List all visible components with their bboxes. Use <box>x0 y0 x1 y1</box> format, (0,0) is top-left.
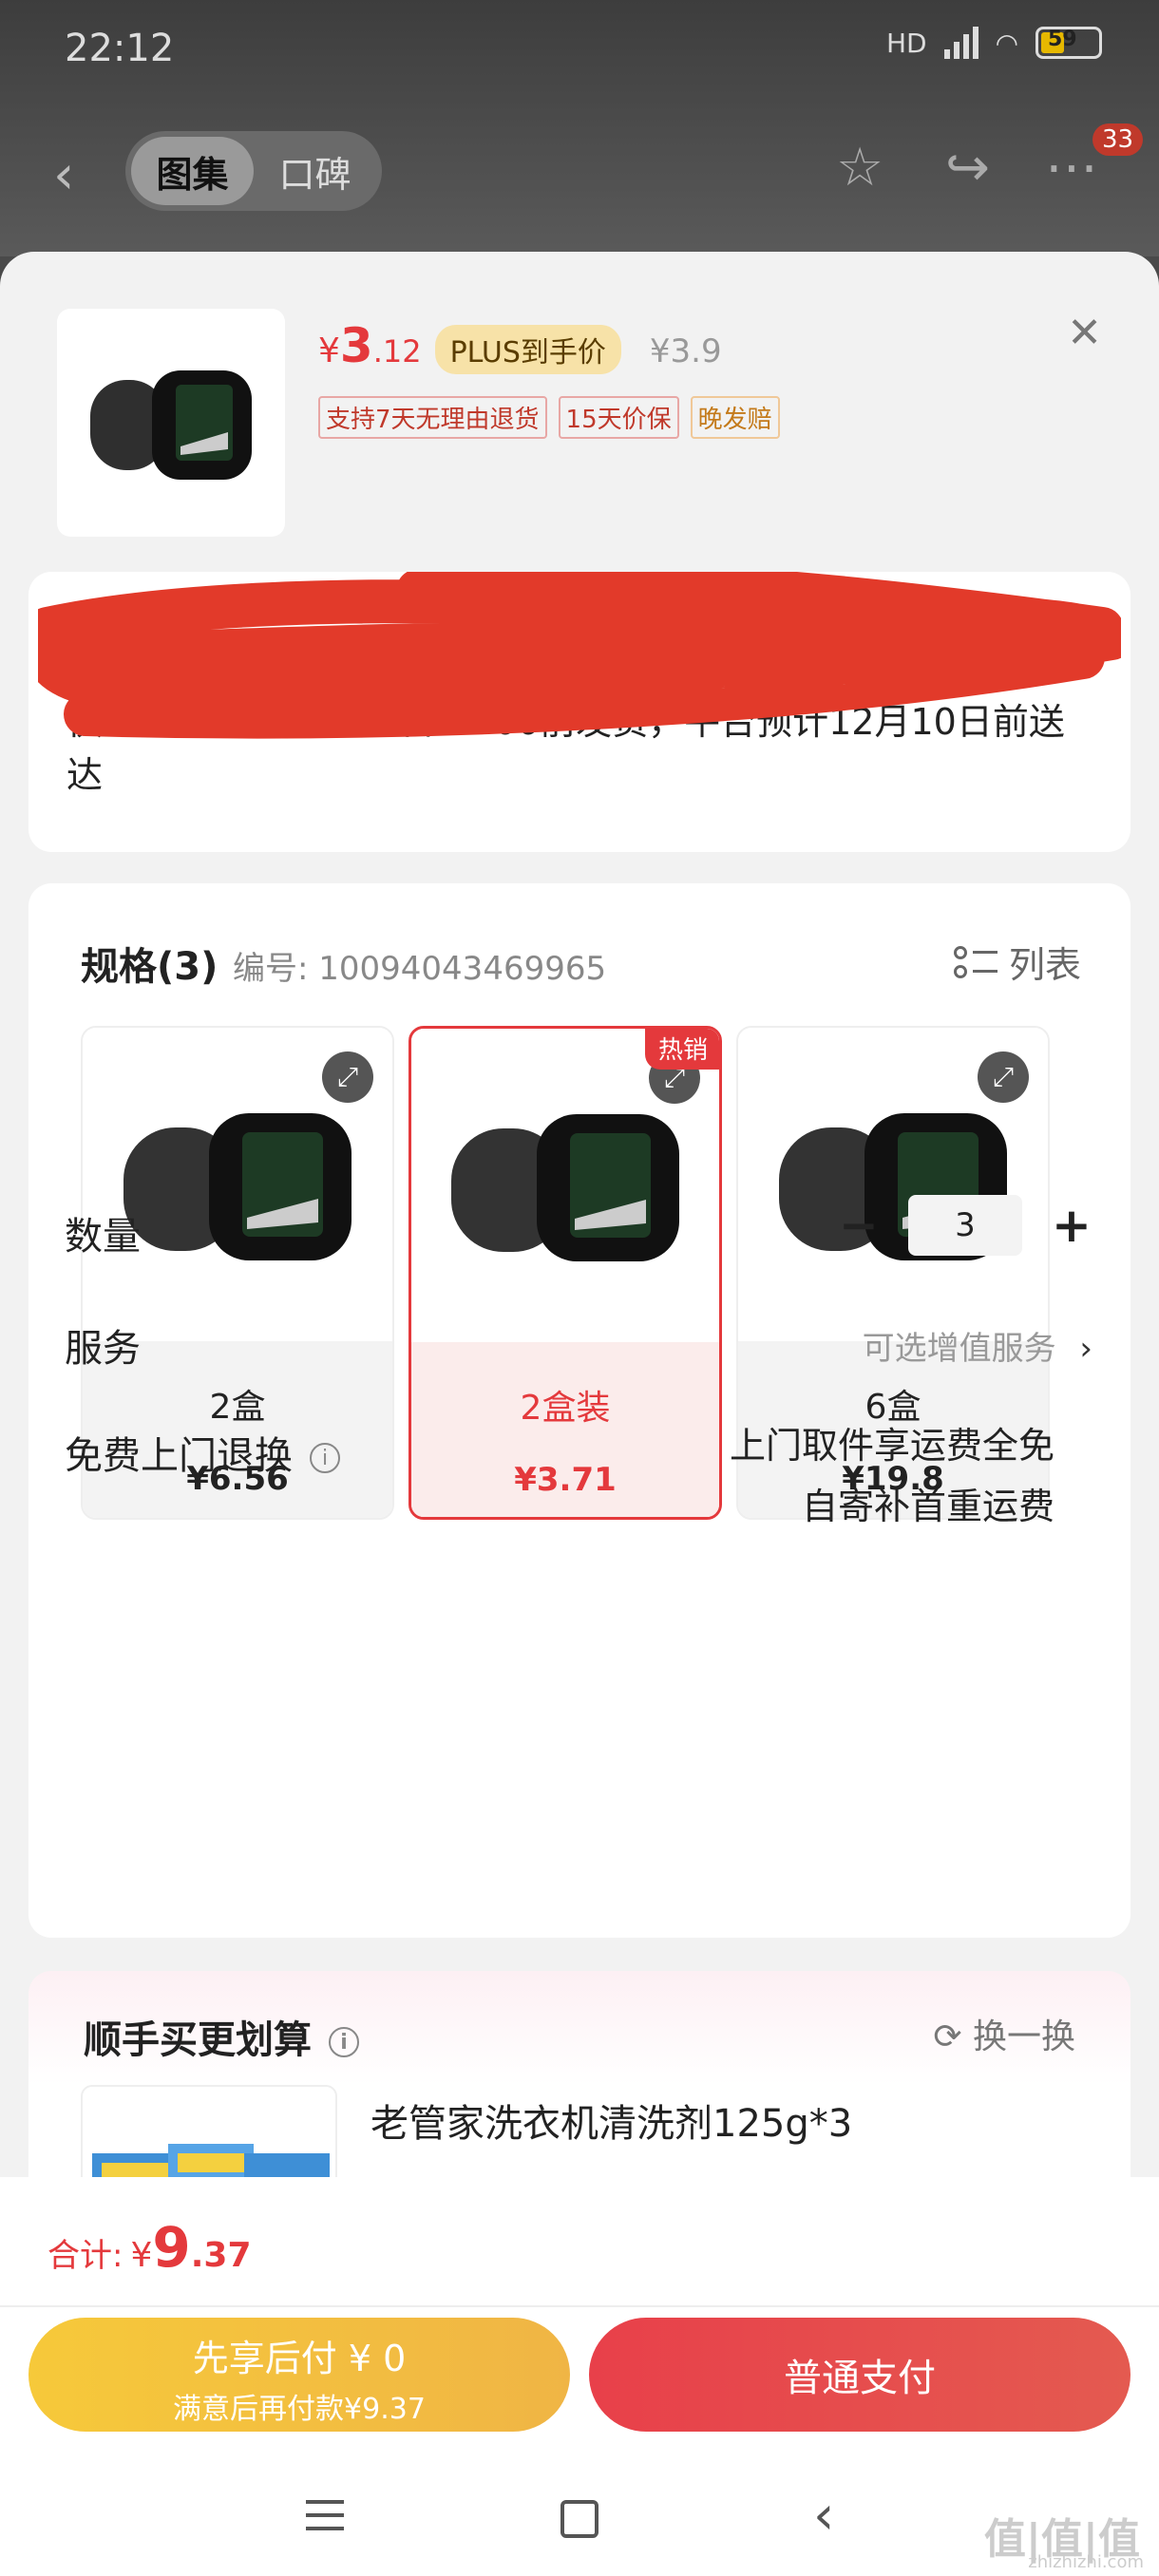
refresh-label: 换一换 <box>972 2017 1075 2056</box>
list-icon <box>953 945 998 978</box>
star-icon[interactable]: ☆ <box>836 137 884 199</box>
more-icon[interactable]: ⋯ <box>1045 137 1098 199</box>
spec-code: 编号: 10094043469965 <box>233 950 607 988</box>
tab-switcher: 图集 口碑 <box>125 131 382 211</box>
tab-gallery[interactable]: 图集 <box>131 137 254 205</box>
refresh-button[interactable]: ⟳ 换一换 <box>933 2009 1075 2058</box>
sku-option-selected[interactable]: ⤢ 热销 2盒装 ¥3.71 <box>408 1026 722 1520</box>
redaction-scribble <box>38 572 1121 739</box>
minus-button[interactable]: − <box>838 1198 880 1253</box>
battery-icon: 59 <box>1036 27 1102 59</box>
menu-icon[interactable] <box>306 2500 344 2530</box>
quantity-label: 数量 <box>65 1215 141 1259</box>
refresh-icon: ⟳ <box>933 2017 962 2056</box>
free-return-detail: 上门取件享运费全免 自寄补首重运费 <box>730 1415 1054 1537</box>
pay-later-line1: 先享后付 ¥ 0 <box>192 2338 407 2379</box>
total-int: 9 <box>152 2215 191 2280</box>
free-return-line2: 自寄补首重运费 <box>801 1486 1054 1527</box>
sku-info: 2盒装 ¥3.71 <box>411 1342 719 1517</box>
notification-badge: 33 <box>1092 123 1144 156</box>
back-icon[interactable]: ‹ <box>813 2485 834 2547</box>
total-label: 合计: <box>48 2237 124 2275</box>
tag-late-comp: 晚发赔 <box>690 396 780 439</box>
address-card[interactable]: 東郡 快递运输 预计12月4日24:00前发货，平台预计12月10日前送达 › <box>28 572 1130 852</box>
hd-label: HD <box>885 27 927 59</box>
info-icon[interactable]: i <box>329 2027 359 2057</box>
share-icon[interactable]: ↪ <box>945 137 990 199</box>
price-main: ¥3.12 <box>318 318 422 373</box>
expand-icon[interactable]: ⤢ <box>322 1051 373 1103</box>
product-thumbnail[interactable] <box>57 309 285 537</box>
signal-icon <box>943 27 978 59</box>
original-price: ¥3.9 <box>649 332 722 370</box>
recommend-title-text: 顺手买更划算 <box>84 2018 312 2062</box>
home-icon[interactable] <box>560 2500 598 2538</box>
pay-later-button[interactable]: 先享后付 ¥ 0 满意后再付款¥9.37 <box>28 2318 570 2432</box>
free-return-line1: 上门取件享运费全免 <box>729 1425 1054 1467</box>
order-total: 合计: ¥ 9 .37 <box>48 2215 252 2280</box>
sku-name: 2盒装 <box>520 1389 611 1428</box>
list-toggle-label: 列表 <box>1008 944 1081 986</box>
hot-sale-badge: 热销 <box>644 1029 719 1070</box>
free-return-text: 免费上门退换 <box>65 1434 293 1478</box>
value-added-service-link[interactable]: 可选增值服务 › <box>863 1322 1092 1369</box>
price-row: ¥3.12 PLUS到手价 ¥3.9 <box>318 318 722 374</box>
tag-price-protect: 15天价保 <box>558 396 679 439</box>
normal-pay-button[interactable]: 普通支付 <box>589 2318 1130 2432</box>
sku-price: ¥3.71 <box>514 1461 617 1499</box>
spec-title: 规格(3) <box>81 945 218 989</box>
watermark-url: zhizhizhi.com <box>1028 2552 1144 2572</box>
recommend-title: 顺手买更划算 i <box>84 2009 359 2064</box>
plus-button[interactable]: + <box>1051 1198 1092 1253</box>
spec-card: 规格(3) 编号: 10094043469965 列表 ⤢ 2盒 ¥6.56 ⤢… <box>28 883 1130 1938</box>
total-symbol: ¥ <box>130 2236 153 2275</box>
close-icon[interactable]: ✕ <box>1067 309 1102 357</box>
price-int: 3 <box>339 318 373 373</box>
quantity-input[interactable]: 3 <box>908 1195 1022 1256</box>
list-view-toggle[interactable]: 列表 <box>953 936 1081 988</box>
free-return-label: 免费上门退换 i <box>65 1425 340 1480</box>
tag-return: 支持7天无理由退货 <box>318 396 547 439</box>
service-label: 服务 <box>65 1327 141 1371</box>
service-value: 可选增值服务 <box>862 1330 1056 1368</box>
price-symbol: ¥ <box>318 331 340 370</box>
back-arrow-icon[interactable]: ‹ <box>53 144 74 206</box>
product-header: ¥3.12 PLUS到手价 ¥3.9 支持7天无理由退货 15天价保 晚发赔 ✕ <box>57 309 1102 556</box>
info-icon[interactable]: i <box>310 1443 340 1473</box>
quantity-stepper: − 3 + <box>838 1195 1092 1256</box>
service-tags: 支持7天无理由退货 15天价保 晚发赔 <box>318 396 780 439</box>
top-nav: ‹ 图集 口碑 ☆ ↪ ⋯ 33 <box>0 123 1159 218</box>
pay-later-line2: 满意后再付款¥9.37 <box>173 2393 426 2426</box>
tab-reviews[interactable]: 口碑 <box>254 137 376 205</box>
recommend-item-name[interactable]: 老管家洗衣机清洗剂125g*3 <box>370 2093 852 2148</box>
price-dec: .12 <box>372 333 422 369</box>
status-icons: HD ◠ 59 <box>886 27 1102 59</box>
status-time: 22:12 <box>65 27 175 70</box>
sku-name: 2盒 <box>209 1388 266 1427</box>
chevron-right-icon: › <box>1079 1330 1092 1368</box>
expand-icon[interactable]: ⤢ <box>978 1051 1029 1103</box>
total-dec: .37 <box>190 2236 252 2275</box>
plus-price-tag: PLUS到手价 <box>434 325 621 374</box>
checkout-bar: 合计: ¥ 9 .37 先享后付 ¥ 0 满意后再付款¥9.37 普通支付 ‹ … <box>0 2177 1159 2576</box>
wifi-icon: ◠ <box>995 27 1018 59</box>
divider <box>0 2305 1159 2307</box>
